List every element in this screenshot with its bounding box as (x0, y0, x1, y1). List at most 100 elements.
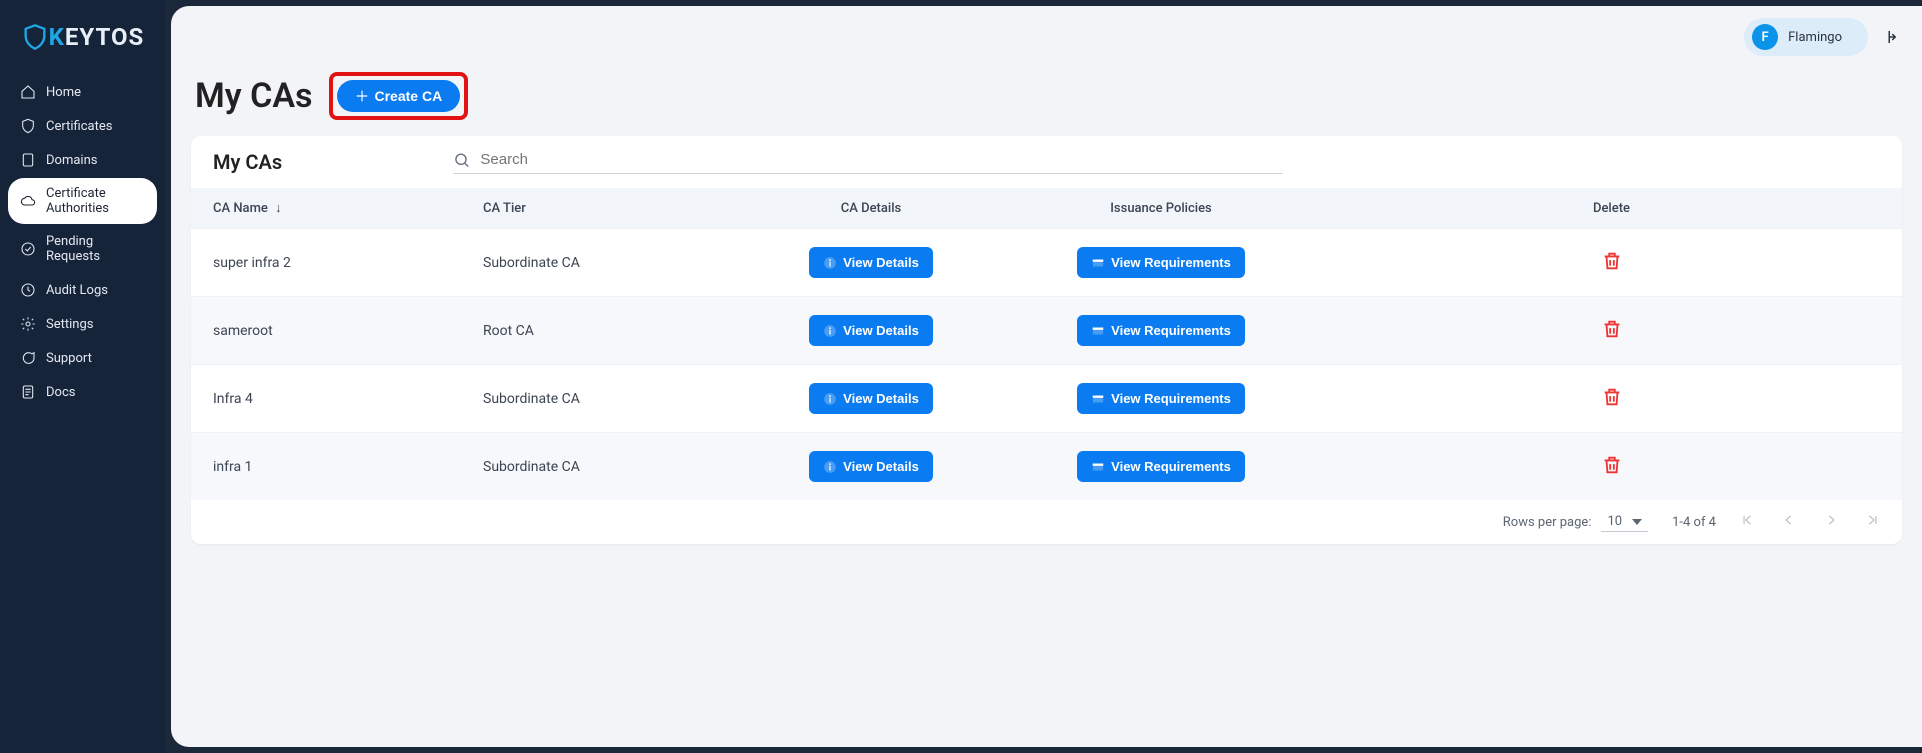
nav-item-certificates[interactable]: Certificates (8, 110, 157, 142)
create-ca-highlight: Create CA (329, 72, 469, 120)
sidebar: KEYTOS Home Certificates Domains Certifi… (0, 0, 165, 753)
gear-icon (20, 316, 36, 332)
card-my-cas: My CAs CA Name ↓ CA Tier CA Details (191, 136, 1902, 544)
page-next-button[interactable] (1824, 513, 1838, 531)
nav-label: Certificates (46, 119, 112, 134)
nav-item-settings[interactable]: Settings (8, 308, 157, 340)
file-icon (20, 152, 36, 168)
sort-down-icon: ↓ (275, 201, 282, 216)
shield-icon (20, 118, 36, 134)
view-requirements-button[interactable]: View Requirements (1077, 383, 1245, 414)
cell-ca-tier: Root CA (461, 297, 741, 365)
logo-text: KEYTOS (49, 23, 145, 51)
rows-per-page: Rows per page: 10 (1503, 512, 1648, 532)
search-field[interactable] (453, 151, 1283, 174)
view-requirements-button[interactable]: View Requirements (1077, 315, 1245, 346)
avatar: F (1752, 24, 1778, 50)
page-last-button[interactable] (1866, 513, 1880, 531)
chat-icon (20, 350, 36, 366)
view-requirements-button[interactable]: View Requirements (1077, 451, 1245, 482)
trash-icon (1601, 250, 1623, 272)
delete-button[interactable] (1601, 250, 1623, 275)
col-ca-name[interactable]: CA Name ↓ (191, 188, 461, 229)
info-icon (823, 324, 837, 338)
cloud-icon (20, 193, 36, 209)
pagination-range: 1-4 of 4 (1672, 515, 1716, 530)
nav-label: Certificate Authorities (46, 186, 145, 216)
nav-item-pending-requests[interactable]: Pending Requests (8, 226, 157, 272)
nav-label: Support (46, 351, 92, 366)
card-icon (1091, 460, 1105, 474)
card-header: My CAs (191, 136, 1902, 188)
rows-per-page-select[interactable]: 10 (1601, 512, 1648, 532)
view-details-button[interactable]: View Details (809, 383, 933, 414)
page-first-button[interactable] (1740, 513, 1754, 531)
search-icon (453, 151, 470, 169)
logo: KEYTOS (0, 12, 165, 62)
trash-icon (1601, 318, 1623, 340)
nav: Home Certificates Domains Certificate Au… (0, 72, 165, 412)
rows-per-page-value: 10 (1607, 514, 1622, 529)
page-prev-button[interactable] (1782, 513, 1796, 531)
col-ca-details: CA Details (741, 188, 1001, 229)
info-icon (823, 256, 837, 270)
nav-item-support[interactable]: Support (8, 342, 157, 374)
nav-item-home[interactable]: Home (8, 76, 157, 108)
topbar: F Flamingo (171, 6, 1922, 68)
home-icon (20, 84, 36, 100)
check-circle-icon (20, 241, 36, 257)
search-input[interactable] (480, 151, 1283, 168)
cell-ca-tier: Subordinate CA (461, 365, 741, 433)
rows-per-page-label: Rows per page: (1503, 515, 1592, 530)
logo-shield-icon (21, 23, 49, 51)
nav-label: Home (46, 85, 81, 100)
cell-ca-tier: Subordinate CA (461, 229, 741, 297)
pagination: Rows per page: 10 1-4 of 4 (191, 500, 1902, 544)
nav-item-domains[interactable]: Domains (8, 144, 157, 176)
view-requirements-button[interactable]: View Requirements (1077, 247, 1245, 278)
info-icon (823, 392, 837, 406)
card-icon (1091, 256, 1105, 270)
cell-ca-name: infra 1 (191, 433, 461, 501)
doc-icon (20, 384, 36, 400)
user-name: Flamingo (1788, 30, 1842, 45)
create-ca-label: Create CA (375, 88, 443, 104)
plus-icon (355, 89, 369, 103)
col-issuance: Issuance Policies (1001, 188, 1321, 229)
page-header: My CAs Create CA (171, 68, 1922, 136)
table-row: super infra 2 Subordinate CA View Detail… (191, 229, 1902, 297)
nav-item-docs[interactable]: Docs (8, 376, 157, 408)
nav-label: Docs (46, 385, 75, 400)
main: F Flamingo My CAs Create CA My CAs (171, 6, 1922, 747)
nav-item-certificate-authorities[interactable]: Certificate Authorities (8, 178, 157, 224)
trash-icon (1601, 386, 1623, 408)
clock-icon (20, 282, 36, 298)
delete-button[interactable] (1601, 318, 1623, 343)
info-icon (823, 460, 837, 474)
logout-button[interactable] (1878, 22, 1908, 52)
card-icon (1091, 392, 1105, 406)
view-details-button[interactable]: View Details (809, 247, 933, 278)
create-ca-button[interactable]: Create CA (337, 80, 461, 112)
col-delete: Delete (1321, 188, 1902, 229)
nav-item-audit-logs[interactable]: Audit Logs (8, 274, 157, 306)
user-chip[interactable]: F Flamingo (1744, 18, 1868, 56)
view-details-button[interactable]: View Details (809, 315, 933, 346)
card-icon (1091, 324, 1105, 338)
delete-button[interactable] (1601, 454, 1623, 479)
col-ca-tier[interactable]: CA Tier (461, 188, 741, 229)
table-row: Infra 4 Subordinate CA View Details View… (191, 365, 1902, 433)
view-details-button[interactable]: View Details (809, 451, 933, 482)
delete-button[interactable] (1601, 386, 1623, 411)
ca-table: CA Name ↓ CA Tier CA Details Issuance Po… (191, 188, 1902, 500)
nav-label: Settings (46, 317, 93, 332)
chevron-down-icon (1632, 517, 1642, 527)
card-title: My CAs (213, 150, 413, 174)
logout-icon (1884, 28, 1902, 46)
nav-label: Pending Requests (46, 234, 145, 264)
nav-label: Audit Logs (46, 283, 108, 298)
trash-icon (1601, 454, 1623, 476)
pager (1740, 513, 1880, 531)
cell-ca-name: Infra 4 (191, 365, 461, 433)
page-title: My CAs (195, 76, 313, 116)
